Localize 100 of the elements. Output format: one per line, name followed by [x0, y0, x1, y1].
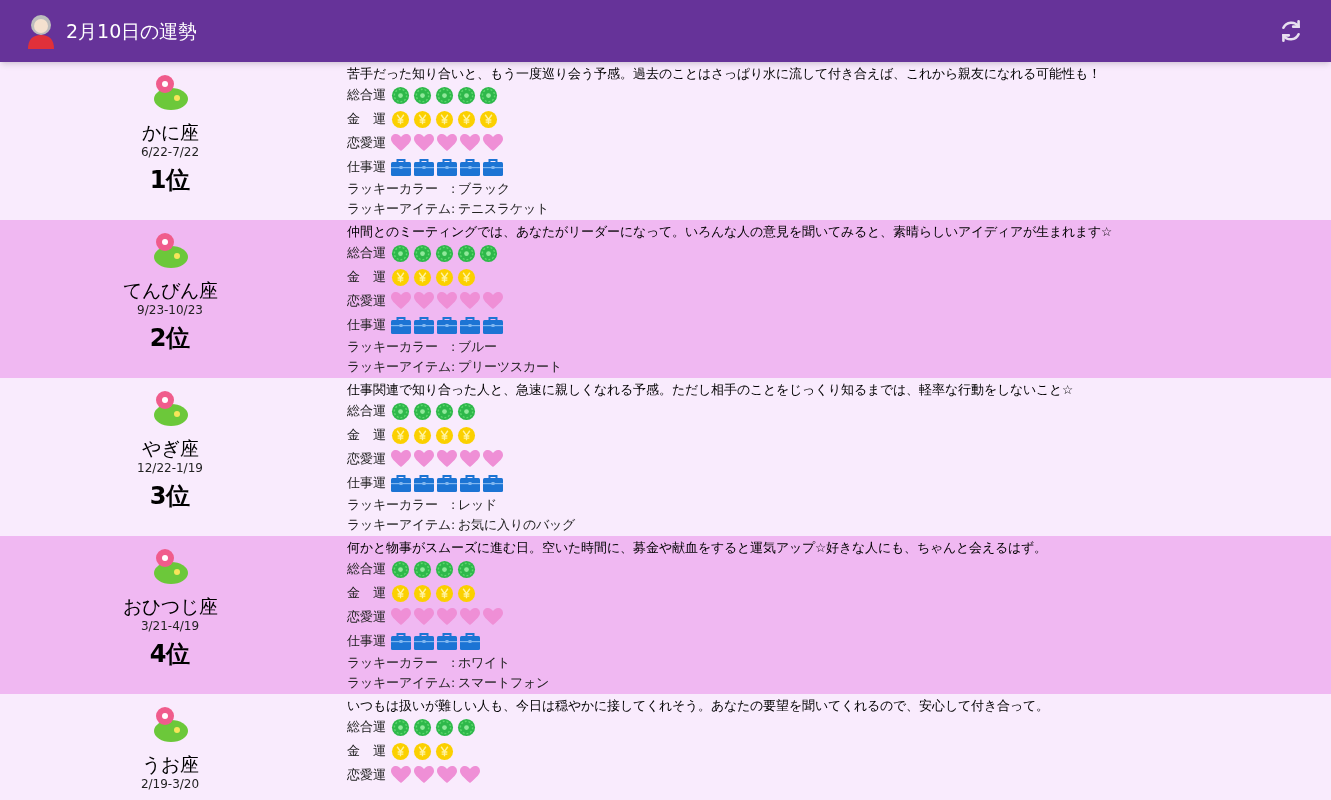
fortune-message: 苦手だった知り合いと、もう一度巡り会う予感。過去のことはさっぱり水に流して付き合えば、これから親友になれる可能性も！ [347, 65, 1101, 83]
heart-icon [391, 766, 411, 784]
heart-icon [460, 608, 480, 626]
laurel-wreath-icon [435, 559, 454, 579]
fortune-label: 総合運 [347, 401, 386, 420]
heart-icon [414, 292, 434, 310]
heart-icon [414, 766, 434, 784]
lucky-value: ブラック [458, 179, 511, 198]
fortune-label: 金 運 [347, 109, 386, 128]
yen-coin-icon [435, 425, 454, 445]
laurel-wreath-icon [435, 401, 454, 421]
fortune-label: 仕事運 [347, 315, 386, 334]
heart-icon [414, 134, 434, 152]
briefcase-icon [414, 316, 434, 334]
sign-name: かに座 [141, 120, 199, 144]
briefcase-icon [437, 158, 457, 176]
laurel-wreath-icon [435, 243, 454, 263]
laurel-wreath-icon [457, 717, 476, 737]
lucky-label: ラッキーアイテム: [347, 199, 456, 218]
fortune-label: 金 運 [347, 267, 386, 286]
heart-icon [414, 450, 434, 468]
rank-label: 2位 [149, 323, 191, 353]
fortune-label: 仕事運 [347, 631, 386, 650]
briefcase-icon [391, 632, 411, 650]
fortune-label: 金 運 [347, 583, 386, 602]
fortune-label: 仕事運 [347, 157, 386, 176]
laurel-wreath-icon [391, 717, 410, 737]
briefcase-icon [460, 474, 480, 492]
fortune-label: 総合運 [347, 559, 386, 578]
fortune-label: 総合運 [347, 717, 386, 736]
heart-icon [391, 292, 411, 310]
laurel-wreath-icon [391, 401, 410, 421]
lucky-label: ラッキーアイテム: [347, 673, 456, 692]
date-range: 9/23-10/23 [137, 302, 203, 318]
yen-coin-icon [479, 109, 498, 129]
yen-coin-icon [457, 583, 476, 603]
rank-label: 1位 [149, 165, 191, 195]
lucky-value: お気に入りのバッグ [458, 515, 576, 534]
briefcase-icon [460, 632, 480, 650]
date-range: 12/22-1/19 [137, 460, 203, 476]
briefcase-icon [391, 474, 411, 492]
laurel-wreath-icon [413, 401, 432, 421]
briefcase-icon [437, 474, 457, 492]
yen-coin-icon [435, 109, 454, 129]
laurel-wreath-icon [391, 85, 410, 105]
lucky-label: ラッキーアイテム: [347, 357, 456, 376]
lucky-value: スマートフォン [458, 673, 550, 692]
heart-icon [460, 292, 480, 310]
heart-icon [437, 450, 457, 468]
lucky-value: レッド [458, 495, 498, 514]
laurel-wreath-icon [435, 85, 454, 105]
yen-coin-icon [435, 741, 454, 761]
yen-coin-icon [457, 267, 476, 287]
yen-coin-icon [391, 109, 410, 129]
heart-icon [437, 292, 457, 310]
lucky-label: ラッキーカラー : [347, 179, 456, 198]
briefcase-icon [460, 158, 480, 176]
briefcase-icon [483, 158, 503, 176]
briefcase-icon [437, 632, 457, 650]
rank-label: 3位 [149, 481, 191, 511]
laurel-wreath-icon [479, 85, 498, 105]
laurel-wreath-icon [435, 717, 454, 737]
yen-coin-icon [391, 741, 410, 761]
heart-icon [460, 134, 480, 152]
laurel-wreath-icon [391, 559, 410, 579]
sign-name: うお座 [141, 752, 199, 776]
laurel-wreath-icon [391, 243, 410, 263]
heart-icon [437, 608, 457, 626]
yen-coin-icon [413, 425, 432, 445]
date-range: 2/19-3/20 [140, 776, 200, 792]
yen-coin-icon [457, 109, 476, 129]
yen-coin-icon [413, 741, 432, 761]
yen-coin-icon [413, 583, 432, 603]
fortune-label: 恋愛運 [347, 449, 386, 468]
fortune-label: 総合運 [347, 243, 386, 262]
fortune-message: いつもは扱いが難しい人も、今日は穏やかに接してくれそう。あなたの要望を聞いてくれるので、安心して付き合って。 [347, 697, 1049, 715]
sign-name: やぎ座 [141, 436, 199, 460]
date-range: 3/21-4/19 [140, 618, 200, 634]
yen-coin-icon [413, 109, 432, 129]
lucky-value: プリーツスカート [458, 357, 563, 376]
fortune-label: 恋愛運 [347, 291, 386, 310]
heart-icon [483, 608, 503, 626]
briefcase-icon [391, 316, 411, 334]
laurel-wreath-icon [457, 401, 476, 421]
laurel-wreath-icon [457, 85, 476, 105]
yen-coin-icon [457, 425, 476, 445]
fortune-message: 仕事関連で知り合った人と、急速に親しくなれる予感。ただし相手のことをじっくり知るまでは、軽率な行動をしないこと☆ [347, 381, 1074, 399]
briefcase-icon [483, 474, 503, 492]
heart-icon [391, 608, 411, 626]
sign-name: おひつじ座 [122, 594, 218, 618]
laurel-wreath-icon [413, 243, 432, 263]
briefcase-icon [414, 474, 434, 492]
briefcase-icon [460, 316, 480, 334]
lucky-label: ラッキーカラー : [347, 653, 456, 672]
briefcase-icon [483, 316, 503, 334]
laurel-wreath-icon [413, 559, 432, 579]
fortune-label: 仕事運 [347, 473, 386, 492]
yen-coin-icon [391, 583, 410, 603]
yen-coin-icon [435, 583, 454, 603]
yen-coin-icon [413, 267, 432, 287]
